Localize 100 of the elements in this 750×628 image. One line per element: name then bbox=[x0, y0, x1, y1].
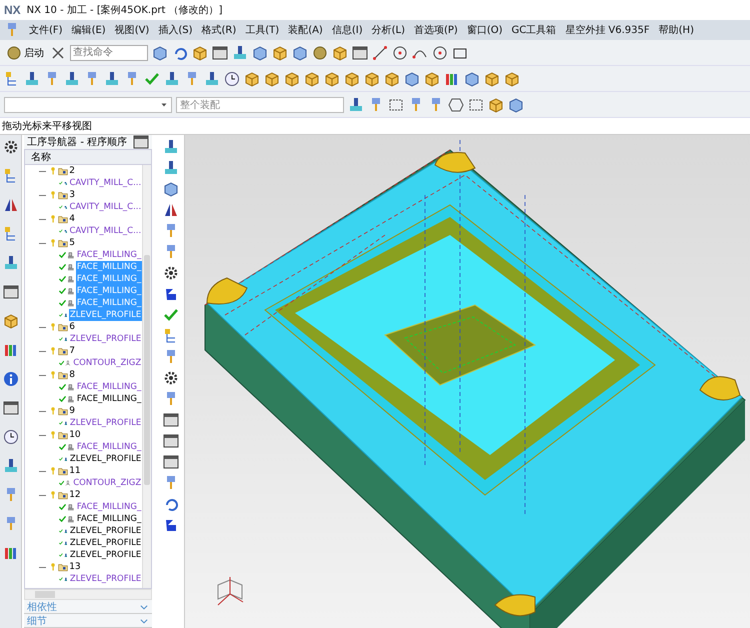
operation-item[interactable]: FACE_MILLING_ bbox=[76, 381, 142, 393]
operation-item[interactable]: ZLEVEL_PROFILE bbox=[68, 417, 142, 429]
program-group-label[interactable]: 12 bbox=[69, 489, 81, 501]
operation-item[interactable]: ZLEVEL_PROFILE bbox=[68, 453, 142, 465]
command-finder-field[interactable]: 查找命令 bbox=[70, 44, 148, 60]
box-icon[interactable] bbox=[332, 44, 348, 60]
operation-item[interactable]: CAVITY_MILL_C... bbox=[68, 225, 142, 237]
caret-icon[interactable] bbox=[160, 100, 168, 108]
start-button[interactable]: 启动 bbox=[4, 44, 46, 60]
menu-item[interactable]: 分析(L) bbox=[372, 23, 405, 37]
menu-item[interactable]: GC工具箱 bbox=[512, 23, 556, 37]
window-icon[interactable] bbox=[163, 412, 180, 428]
mill-icon[interactable] bbox=[24, 70, 40, 86]
menu-item[interactable]: 视图(V) bbox=[114, 23, 150, 37]
program-group-label[interactable]: 5 bbox=[69, 237, 75, 249]
mill-icon[interactable] bbox=[164, 70, 180, 86]
menu-item[interactable]: 信息(I) bbox=[332, 23, 363, 37]
box-icon[interactable] bbox=[2, 313, 19, 329]
operation-item[interactable]: ZLEVEL_PROFILE bbox=[68, 333, 142, 345]
check-icon[interactable] bbox=[144, 70, 160, 86]
operation-item[interactable]: ZLEVEL_PROFILE bbox=[68, 573, 142, 585]
operation-item[interactable]: ZLEVEL_PROFILE bbox=[68, 525, 142, 537]
operation-item[interactable]: FACE_MILLING_ bbox=[76, 501, 142, 513]
menu-item[interactable]: 装配(A) bbox=[288, 23, 323, 37]
program-group-label[interactable]: 9 bbox=[69, 405, 75, 417]
mill-icon[interactable] bbox=[104, 70, 120, 86]
program-group-label[interactable]: 4 bbox=[69, 213, 75, 225]
program-group-label[interactable]: 13 bbox=[69, 561, 81, 573]
operation-item[interactable]: CONTOUR_ZIGZ bbox=[72, 357, 142, 369]
operation-item[interactable]: ZLEVEL_PROFILE bbox=[68, 549, 142, 561]
operation-item[interactable]: FACE_MILLING_ bbox=[76, 441, 142, 453]
horizontal-scrollbar[interactable] bbox=[24, 589, 152, 600]
mirror-icon[interactable] bbox=[163, 202, 180, 218]
box-icon[interactable] bbox=[364, 70, 380, 86]
sphere-icon[interactable] bbox=[6, 44, 22, 60]
operation-item[interactable]: FACE_MILLING_ bbox=[76, 513, 142, 525]
program-group-label[interactable]: 8 bbox=[69, 369, 75, 381]
clock-icon[interactable] bbox=[224, 70, 240, 86]
mill-icon[interactable] bbox=[64, 70, 80, 86]
scope-dropdown[interactable]: 整个装配 bbox=[176, 96, 344, 112]
face-mill-icon[interactable] bbox=[67, 382, 75, 392]
box-icon[interactable] bbox=[384, 70, 400, 86]
face-mill-icon[interactable] bbox=[67, 514, 75, 524]
box-icon[interactable] bbox=[192, 44, 208, 60]
face-mill-icon[interactable] bbox=[67, 250, 75, 260]
program-group-label[interactable]: 3 bbox=[69, 189, 75, 201]
undo-icon[interactable] bbox=[163, 496, 180, 512]
box-icon[interactable] bbox=[424, 70, 440, 86]
window-icon[interactable] bbox=[212, 44, 228, 60]
box-icon[interactable] bbox=[324, 70, 340, 86]
window-icon[interactable] bbox=[2, 400, 19, 416]
box-icon[interactable] bbox=[344, 70, 360, 86]
box-icon[interactable] bbox=[304, 70, 320, 86]
books-icon[interactable] bbox=[2, 545, 19, 561]
program-group-label[interactable]: 2 bbox=[69, 165, 75, 177]
settings-icon[interactable] bbox=[163, 370, 180, 386]
clock-icon[interactable] bbox=[2, 429, 19, 445]
scrollbar[interactable] bbox=[142, 165, 152, 588]
menu-item[interactable]: 帮助(H) bbox=[658, 23, 694, 37]
operation-item[interactable]: FACE_MILLING_ bbox=[76, 393, 142, 405]
operation-item[interactable]: FACE_MILLING_ bbox=[76, 249, 142, 261]
operation-item[interactable]: CONTOUR_ZIGZ bbox=[72, 477, 142, 489]
mill-icon[interactable] bbox=[204, 70, 220, 86]
contour-icon[interactable] bbox=[65, 358, 72, 368]
window-icon[interactable] bbox=[133, 134, 150, 150]
mill-icon[interactable] bbox=[2, 458, 19, 474]
window-icon[interactable] bbox=[163, 454, 180, 470]
face-mill-icon[interactable] bbox=[67, 274, 75, 284]
window-icon[interactable] bbox=[2, 284, 19, 300]
info-icon[interactable] bbox=[2, 371, 19, 387]
mill-icon[interactable] bbox=[348, 96, 364, 112]
settings-icon[interactable] bbox=[163, 265, 180, 281]
menu-item[interactable]: 编辑(E) bbox=[72, 23, 106, 37]
check-icon[interactable] bbox=[163, 307, 180, 323]
settings-icon[interactable] bbox=[2, 139, 19, 155]
mirror-icon[interactable] bbox=[2, 197, 19, 213]
mill-icon[interactable] bbox=[2, 255, 19, 271]
mill-icon[interactable] bbox=[163, 160, 180, 176]
box-icon[interactable] bbox=[488, 96, 504, 112]
line-icon[interactable] bbox=[372, 44, 388, 60]
program-group-label[interactable]: 7 bbox=[69, 345, 75, 357]
window-icon[interactable] bbox=[352, 44, 368, 60]
box-icon[interactable] bbox=[264, 70, 280, 86]
face-mill-icon[interactable] bbox=[67, 502, 75, 512]
operation-item[interactable]: ZLEVEL_PROFILE bbox=[68, 537, 142, 549]
face-mill-icon[interactable] bbox=[67, 442, 75, 452]
program-group-label[interactable]: 6 bbox=[69, 321, 75, 333]
box-icon[interactable] bbox=[504, 70, 520, 86]
menu-item[interactable]: 工具(T) bbox=[245, 23, 280, 37]
window-icon[interactable] bbox=[163, 433, 180, 449]
face-mill-icon[interactable] bbox=[67, 286, 75, 296]
menu-item[interactable]: 格式(R) bbox=[202, 23, 236, 37]
menu-item[interactable]: 首选项(P) bbox=[414, 23, 458, 37]
cross-icon[interactable] bbox=[50, 44, 66, 60]
box-icon[interactable] bbox=[484, 70, 500, 86]
hexagon-icon[interactable] bbox=[448, 96, 464, 112]
face-mill-icon[interactable] bbox=[67, 298, 75, 308]
box-icon[interactable] bbox=[284, 70, 300, 86]
contour-icon[interactable] bbox=[65, 478, 72, 488]
menu-item[interactable]: 窗口(O) bbox=[466, 23, 503, 37]
